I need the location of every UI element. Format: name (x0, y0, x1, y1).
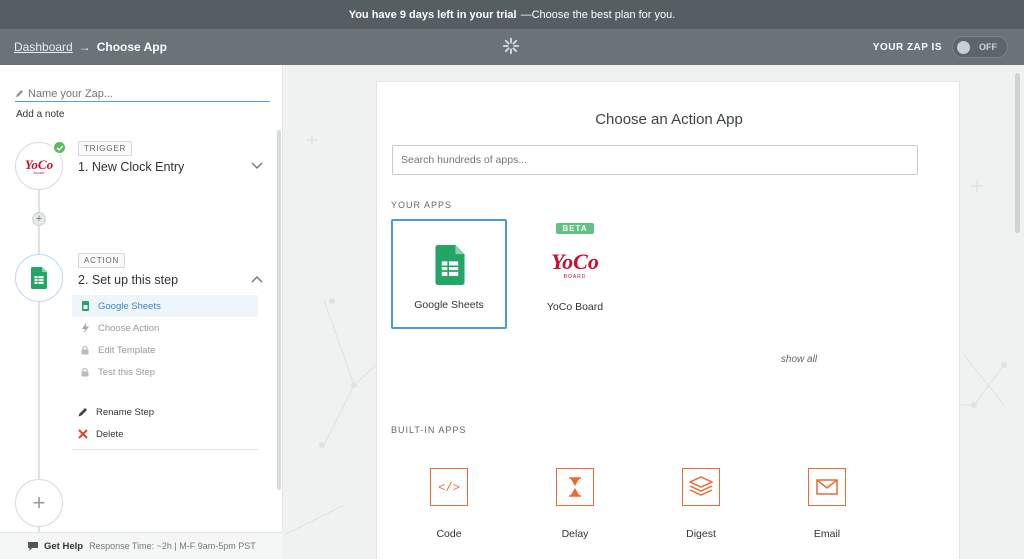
substep-label: Choose Action (98, 322, 160, 334)
pencil-icon (15, 89, 24, 98)
yoco-logo-icon: YoCo BOARD (25, 157, 54, 175)
svg-text:YoCo: YoCo (551, 249, 599, 274)
chat-bubble-icon (28, 541, 38, 551)
toggle-state-text: OFF (979, 42, 997, 52)
builtin-app-name: Email (813, 528, 841, 540)
add-step-button[interactable]: + (15, 479, 63, 527)
zap-status: YOUR ZAP IS OFF (873, 35, 1008, 59)
app-search-box[interactable] (392, 145, 918, 175)
svg-text:BOARD: BOARD (34, 171, 46, 175)
google-sheets-icon (31, 267, 47, 289)
code-icon: </> (430, 468, 468, 506)
pencil-icon (78, 407, 88, 417)
rename-step-button[interactable]: Rename Step (72, 401, 258, 423)
main-scrollbar[interactable] (1015, 73, 1020, 233)
step-complete-check-icon (52, 140, 67, 155)
substep-choose-action[interactable]: Choose Action (72, 317, 258, 339)
trial-days-text: You have 9 days left in your trial (348, 8, 517, 21)
action-app-circle[interactable] (15, 254, 63, 302)
hourglass-icon (556, 468, 594, 506)
choose-app-panel: Choose an Action App YOUR APPS Google Sh… (376, 81, 960, 559)
zap-name-field[interactable] (15, 86, 270, 102)
add-note-link[interactable]: Add a note (16, 109, 64, 120)
sheets-mini-icon (80, 301, 90, 311)
trigger-step-title[interactable]: 1. New Clock Entry (78, 160, 184, 174)
breadcrumb-current: Choose App (96, 40, 167, 54)
builtin-app-name: Code (436, 528, 462, 540)
builtin-app-name: Delay (561, 528, 589, 540)
breadcrumb-dashboard-link[interactable]: Dashboard (14, 40, 73, 54)
app-card-name: YoCo Board (546, 301, 604, 313)
substep-label: Edit Template (98, 344, 156, 356)
panel-title: Choose an Action App (595, 111, 743, 128)
get-help-label: Get Help (44, 540, 84, 552)
toggle-knob (957, 41, 970, 54)
chevron-down-icon[interactable] (251, 162, 263, 170)
builtin-apps-label: BUILT-IN APPS (391, 425, 467, 435)
zap-sidebar: Add a note YoCo BOARD TRIGGER 1. New Clo… (0, 65, 283, 559)
svg-text:YoCo: YoCo (25, 157, 54, 172)
breadcrumb: Dashboard → Choose App (14, 29, 167, 65)
substep-google-sheets[interactable]: Google Sheets (72, 295, 258, 317)
app-card-yoco-board[interactable]: BETA YoCo BOARD YoCo Board (517, 219, 633, 329)
svg-text:</>: </> (438, 481, 460, 494)
app-card-name: Google Sheets (414, 299, 484, 311)
your-apps-label: YOUR APPS (391, 200, 453, 210)
builtin-app-code[interactable]: </> Code (404, 468, 494, 540)
delete-step-button[interactable]: Delete (72, 423, 258, 445)
show-all-text: show all (780, 354, 818, 365)
rename-step-label: Rename Step (96, 406, 155, 418)
trigger-tag: TRIGGER (78, 141, 133, 156)
substep-test-step[interactable]: Test this Step (72, 361, 258, 383)
app-search-input[interactable] (393, 146, 917, 174)
response-time-text: Response Time: ~2h | M-F 9am-5pm PST (89, 541, 256, 551)
envelope-icon (808, 468, 846, 506)
zap-name-input[interactable] (28, 87, 248, 100)
step-actions: Rename Step Delete (72, 401, 258, 450)
delete-x-icon (78, 429, 88, 439)
layers-icon (682, 468, 720, 506)
zap-on-off-toggle[interactable]: OFF (952, 36, 1008, 58)
substep-label: Google Sheets (98, 300, 161, 312)
bolt-icon (80, 323, 90, 333)
svg-text:BOARD: BOARD (564, 274, 587, 280)
builtin-app-name: Digest (686, 528, 716, 540)
zap-status-label: YOUR ZAP IS (872, 41, 942, 53)
add-step-between-button[interactable]: + (32, 212, 46, 226)
action-tag: ACTION (78, 253, 126, 268)
main-canvas: Choose an Action App YOUR APPS Google Sh… (284, 65, 1024, 559)
sidebar-scrollbar[interactable] (277, 130, 281, 490)
substep-label: Test this Step (98, 366, 156, 378)
builtin-app-delay[interactable]: Delay (530, 468, 620, 540)
editor-header: Dashboard → Choose App YOUR ZAP IS OFF (0, 29, 1024, 65)
action-substeps: Google Sheets Choose Action Edit Templat… (72, 295, 258, 383)
builtin-app-email[interactable]: Email (782, 468, 872, 540)
builtin-app-digest[interactable]: Digest (656, 468, 746, 540)
app-card-google-sheets[interactable]: Google Sheets (391, 219, 507, 329)
breadcrumb-arrow: → (78, 40, 91, 54)
beta-badge: BETA (556, 223, 594, 234)
zapier-logo-icon[interactable] (502, 37, 520, 55)
chevron-up-icon[interactable] (251, 275, 263, 283)
lock-icon (80, 367, 90, 377)
yoco-logo-icon: YoCo BOARD (551, 249, 599, 280)
action-step-title[interactable]: 2. Set up this step (78, 273, 178, 287)
trial-banner[interactable]: You have 9 days left in your trial —Choo… (0, 0, 1024, 29)
delete-step-label: Delete (96, 428, 124, 440)
google-sheets-icon (435, 245, 465, 285)
lock-icon (80, 345, 90, 355)
substep-edit-template[interactable]: Edit Template (72, 339, 258, 361)
show-all-link[interactable]: show all (377, 354, 931, 365)
help-bar[interactable]: Get Help Response Time: ~2h | M-F 9am-5p… (0, 532, 283, 559)
trial-plan-text: —Choose the best plan for you. (520, 8, 676, 21)
